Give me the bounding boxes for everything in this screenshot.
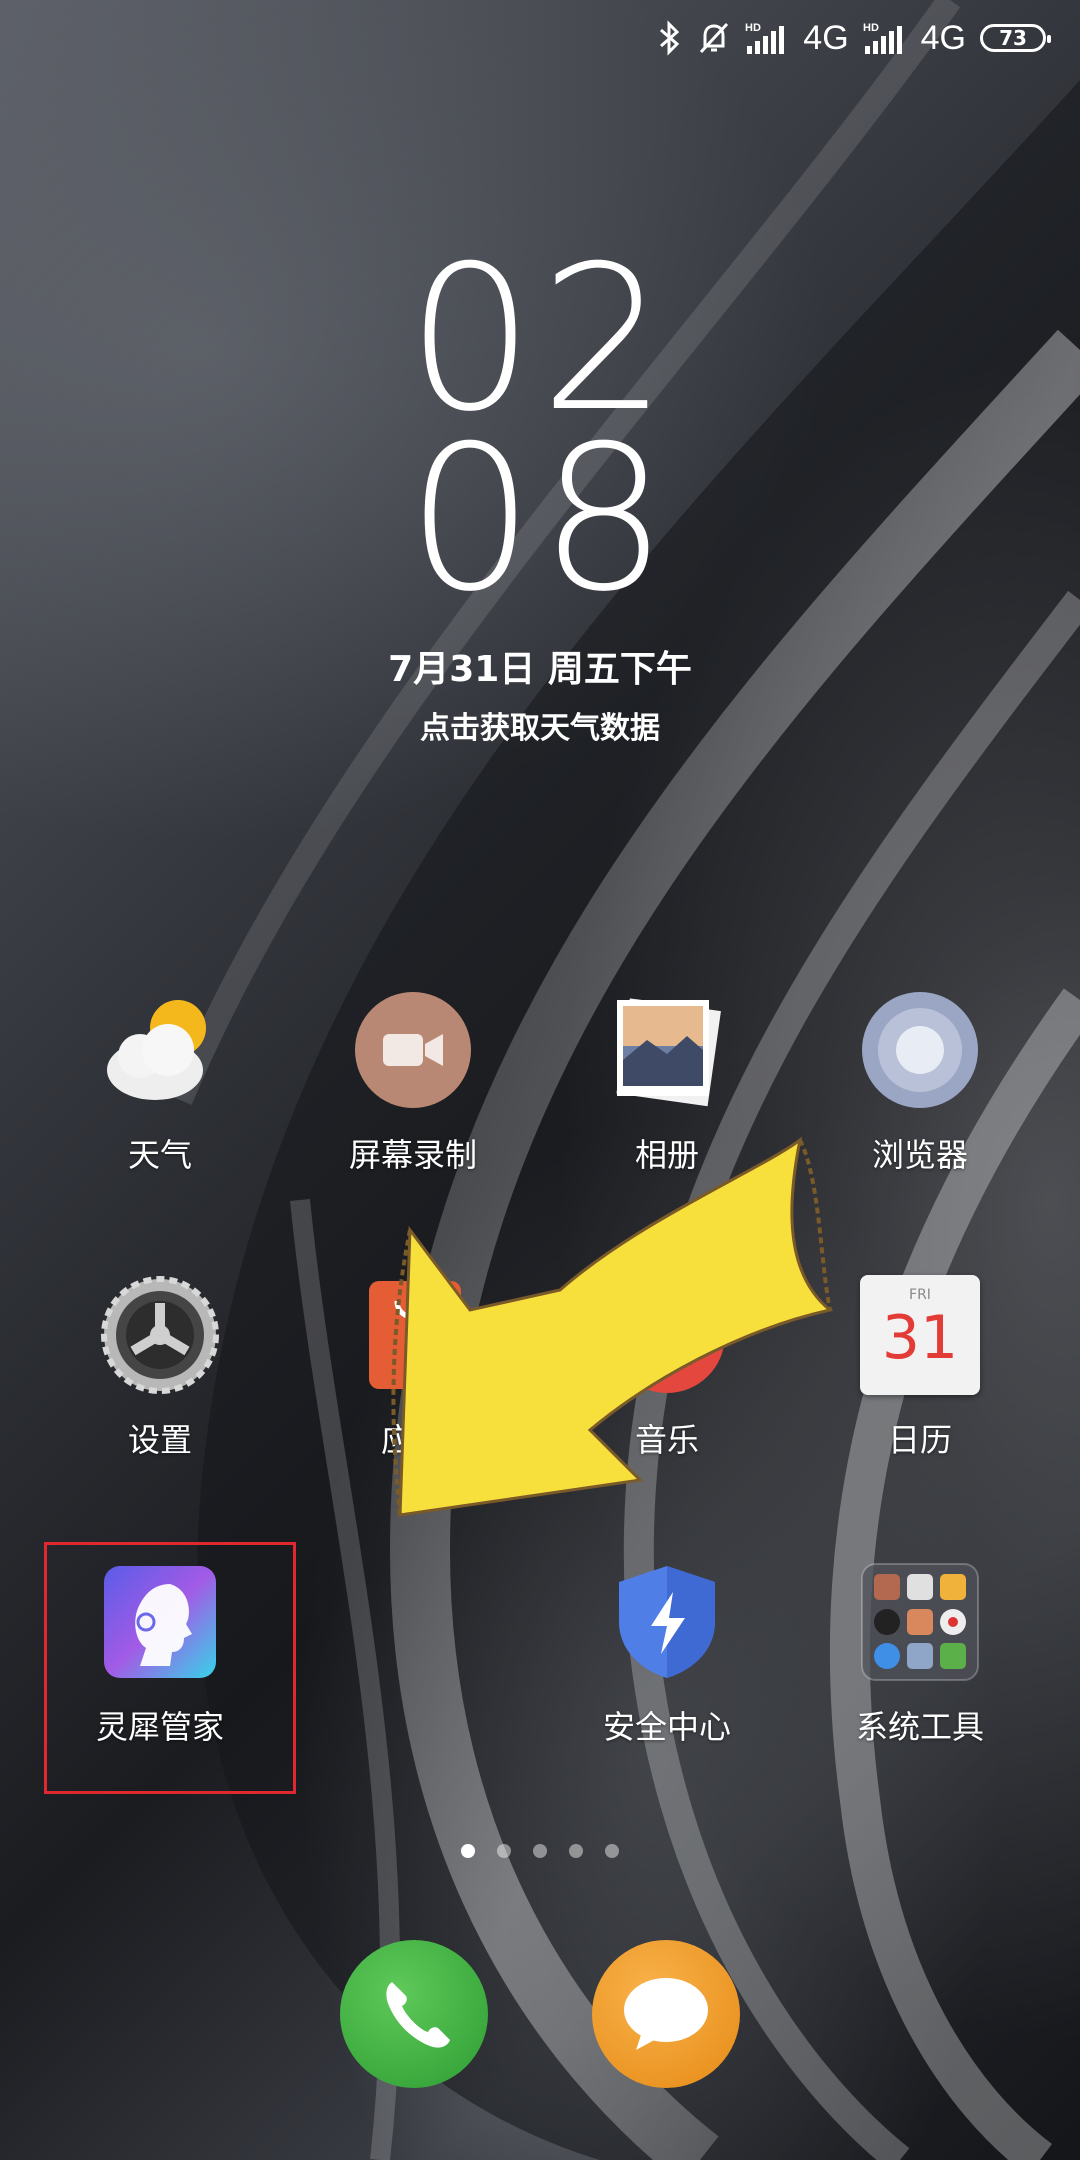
network-type-1: 4G [803,18,849,57]
app-label: 应用 [380,1421,445,1459]
network-type-2: 4G [920,18,966,57]
settings-gear-icon [101,1276,219,1394]
calendar-day-abbr: FRI [909,1287,931,1303]
security-center-icon [619,1566,715,1678]
app-label: 系统工具 [855,1708,984,1746]
silent-bell-icon [697,20,731,56]
clock-minute[interactable]: 08 [0,420,1080,620]
app-gallery[interactable]: 相册 [557,990,777,1190]
app-browser[interactable]: 浏览器 [810,990,1030,1190]
bluetooth-icon [657,20,683,56]
gallery-icon [616,998,721,1107]
app-calendar[interactable]: FRI 31 日历 [810,1275,1030,1475]
date-text: 7月31日 周五下午 [388,649,692,690]
app-label: 浏览器 [871,1136,968,1174]
calendar-icon: FRI 31 [860,1275,980,1395]
battery-indicator: 73 [980,24,1051,52]
page-dot[interactable] [605,1844,619,1858]
calendar-day-number: 31 [881,1303,959,1373]
system-tools-folder-icon [861,1563,979,1681]
app-label: 音乐 [634,1421,699,1459]
app-label: 安全中心 [602,1708,731,1746]
app-label: 天气 [127,1136,192,1174]
svg-text:HD: HD [745,22,761,34]
app-security-center[interactable]: 安全中心 [557,1562,777,1762]
app-label: 屏幕录制 [348,1136,477,1174]
browser-icon [862,992,978,1108]
app-screen-record[interactable]: 屏幕录制 [303,990,523,1190]
signal-hd-icon: HD [745,20,789,56]
weather-prompt[interactable]: 点击获取天气数据 [0,703,1080,747]
app-music[interactable]: 音乐 [557,1275,777,1475]
page-dot[interactable] [569,1844,583,1858]
dock-phone-button[interactable] [340,1940,488,2088]
music-icon [609,1277,725,1393]
page-dot[interactable] [533,1844,547,1858]
app-label: 日历 [887,1421,952,1459]
status-bar: HD 4G HD 4G 73 [657,12,1051,64]
app-label: 设置 [127,1421,192,1459]
app-system-tools-folder[interactable]: 系统工具 [810,1562,1030,1762]
screen-record-icon [355,992,471,1108]
page-dot[interactable] [461,1844,475,1858]
page-indicator [0,1844,1080,1858]
svg-text:HD: HD [863,22,879,34]
phone-icon [386,1982,450,2048]
message-icon [624,1978,708,2050]
dock-messages-button[interactable] [592,1940,740,2088]
page-dot[interactable] [497,1844,511,1858]
weather-icon [107,1000,206,1100]
app-store[interactable]: 应用 [303,1275,523,1475]
signal-hd-icon: HD [863,20,907,56]
app-settings[interactable]: 设置 [50,1275,270,1475]
app-store-icon [369,1281,461,1389]
app-weather[interactable]: 天气 [50,990,270,1190]
app-label: 相册 [634,1136,699,1174]
highlight-box [44,1542,296,1794]
